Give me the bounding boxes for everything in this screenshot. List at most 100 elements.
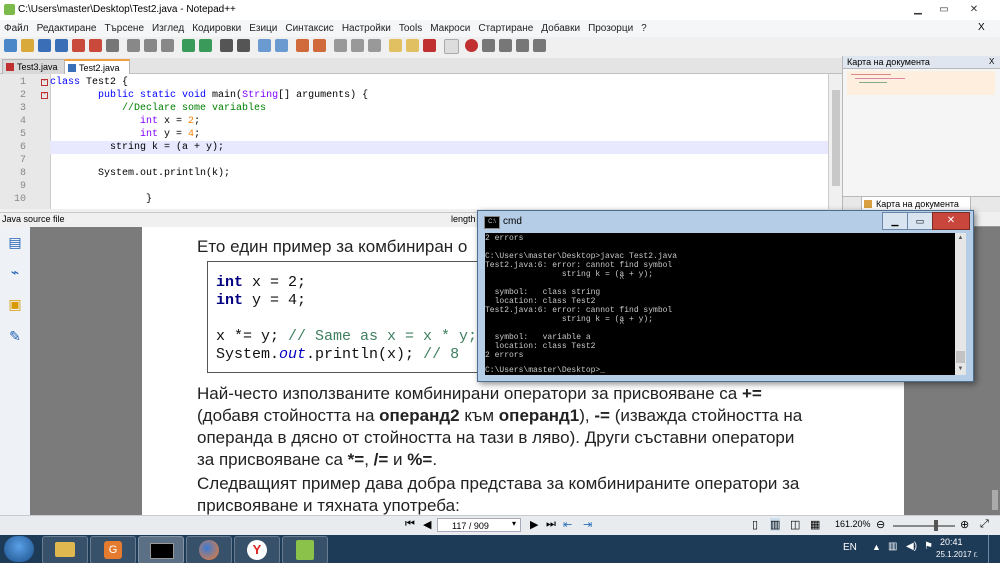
firefox-taskbar-button[interactable]: [186, 536, 232, 564]
language-indicator[interactable]: EN: [843, 542, 857, 553]
menu-edit[interactable]: Редактиране: [33, 20, 101, 37]
maximize-icon[interactable]: ▭: [934, 3, 954, 16]
record-macro-icon[interactable]: [465, 39, 478, 52]
menu-tools[interactable]: Tools: [395, 20, 426, 37]
last-page-icon[interactable]: ⏭: [546, 518, 556, 531]
word-wrap-icon[interactable]: [334, 39, 347, 52]
volume-icon[interactable]: ◀): [906, 541, 917, 552]
close-icon[interactable]: ✕: [960, 3, 988, 16]
close-icon[interactable]: ✕: [932, 212, 970, 230]
notepadpp-taskbar-button[interactable]: [282, 536, 328, 564]
paste-icon[interactable]: [161, 39, 174, 52]
monitoring-icon[interactable]: [444, 39, 459, 54]
minimize-icon[interactable]: ▁: [908, 3, 928, 16]
cmd-taskbar-button[interactable]: [138, 536, 184, 564]
clock-time[interactable]: 20:41: [940, 537, 963, 547]
doc-map-toggle-icon[interactable]: [389, 39, 402, 52]
clock-date[interactable]: 25.1.2017 г.: [936, 550, 978, 559]
sync-scroll-icon[interactable]: [296, 39, 309, 52]
pdf-reader-taskbar-button[interactable]: G: [90, 536, 136, 564]
cmd-scrollbar[interactable]: ▲ ▼: [955, 233, 966, 375]
menu-encoding[interactable]: Кодировки: [188, 20, 245, 37]
open-file-icon[interactable]: [21, 39, 34, 52]
two-continuous-icon[interactable]: ▦: [810, 518, 820, 531]
two-page-icon[interactable]: ◫: [790, 518, 800, 531]
menu-help[interactable]: ?: [637, 20, 651, 37]
scroll-down-icon[interactable]: ▼: [956, 365, 965, 374]
explorer-taskbar-button[interactable]: [42, 536, 88, 564]
cmd-console[interactable]: 2 errors C:\Users\master\Desktop>javac T…: [485, 233, 955, 375]
yandex-taskbar-button[interactable]: Y: [234, 536, 280, 564]
stop-macro-icon[interactable]: [482, 39, 495, 52]
forward-view-icon[interactable]: ⇥: [583, 518, 592, 531]
continuous-page-icon[interactable]: ▥: [770, 518, 781, 531]
close-file-icon[interactable]: [72, 39, 85, 52]
fold-marker-icon[interactable]: -: [41, 92, 48, 99]
sync-h-scroll-icon[interactable]: [313, 39, 326, 52]
save-all-icon[interactable]: [55, 39, 68, 52]
new-file-icon[interactable]: [4, 39, 17, 52]
menu-file[interactable]: Файл: [0, 20, 33, 37]
save-macro-icon[interactable]: [533, 39, 546, 52]
lock-icon[interactable]: ▣: [6, 295, 24, 313]
tab-test2[interactable]: Test2.java: [64, 59, 130, 75]
function-list-icon[interactable]: [406, 39, 419, 52]
menu-windows[interactable]: Прозорци: [584, 20, 637, 37]
tray-arrow-icon[interactable]: ▲: [872, 542, 881, 552]
flag-icon[interactable]: ⚑: [924, 541, 933, 552]
zoom-out-npp-icon[interactable]: [275, 39, 288, 52]
undo-icon[interactable]: [182, 39, 195, 52]
menu-macros[interactable]: Макроси: [426, 20, 474, 37]
save-icon[interactable]: [38, 39, 51, 52]
menu-run[interactable]: Стартиране: [474, 20, 537, 37]
docmap-close-icon[interactable]: X: [989, 56, 994, 68]
start-button[interactable]: [4, 536, 34, 562]
menu-syntax[interactable]: Синтаксис: [281, 20, 337, 37]
tab-test3[interactable]: Test3.java: [2, 59, 66, 74]
prev-page-icon[interactable]: ◀: [423, 518, 431, 531]
fit-page-icon[interactable]: ⤢: [980, 518, 989, 531]
close-all-icon[interactable]: [89, 39, 102, 52]
network-icon[interactable]: ▥: [888, 541, 897, 552]
page-number-field[interactable]: 117 / 909: [437, 518, 521, 532]
indent-guide-icon[interactable]: [368, 39, 381, 52]
play-macro-icon[interactable]: [499, 39, 512, 52]
show-desktop-button[interactable]: [988, 535, 1000, 563]
print-icon[interactable]: [106, 39, 119, 52]
folder-workspace-icon[interactable]: [423, 39, 436, 52]
menu-view[interactable]: Изглед: [148, 20, 188, 37]
scroll-up-icon[interactable]: ▲: [956, 234, 965, 243]
next-page-icon[interactable]: ▶: [530, 518, 538, 531]
find-icon[interactable]: [220, 39, 233, 52]
chevron-down-icon[interactable]: ▾: [512, 519, 516, 528]
copy-icon[interactable]: [144, 39, 157, 52]
zoom-out-icon[interactable]: ⊖: [876, 518, 885, 531]
first-page-icon[interactable]: ⏮: [405, 518, 415, 531]
cut-icon[interactable]: [127, 39, 140, 52]
back-view-icon[interactable]: ⇤: [563, 518, 572, 531]
menu-plugins[interactable]: Добавки: [537, 20, 584, 37]
menu-close-button[interactable]: X: [978, 22, 985, 33]
scroll-thumb[interactable]: [956, 351, 965, 363]
zoom-slider-track[interactable]: [893, 525, 955, 527]
zoom-in-icon[interactable]: ⊕: [960, 518, 969, 531]
zoom-slider-handle[interactable]: [934, 520, 938, 531]
fold-marker-icon[interactable]: -: [41, 79, 48, 86]
bookmark-icon[interactable]: ▤: [6, 233, 24, 251]
minimize-icon[interactable]: ▁: [882, 212, 908, 230]
replace-icon[interactable]: [237, 39, 250, 52]
signature-icon[interactable]: ✎: [6, 327, 24, 345]
redo-icon[interactable]: [199, 39, 212, 52]
show-all-chars-icon[interactable]: [351, 39, 364, 52]
zoom-in-npp-icon[interactable]: [258, 39, 271, 52]
pdf-scrollbar[interactable]: [992, 490, 998, 510]
single-page-icon[interactable]: ▯: [752, 518, 758, 531]
scroll-thumb[interactable]: [832, 90, 840, 186]
run-macro-multiple-icon[interactable]: [516, 39, 529, 52]
maximize-icon[interactable]: ▭: [907, 212, 933, 230]
editor-scrollbar[interactable]: [828, 74, 843, 209]
docmap-tab[interactable]: Карта на документа: [861, 197, 971, 211]
code-editor[interactable]: 1 2 3 4 5 6 7 8 9 10 - - class Test2 { p…: [0, 74, 828, 209]
attachment-icon[interactable]: ⌁: [6, 263, 24, 281]
menu-settings[interactable]: Настройки: [338, 20, 395, 37]
